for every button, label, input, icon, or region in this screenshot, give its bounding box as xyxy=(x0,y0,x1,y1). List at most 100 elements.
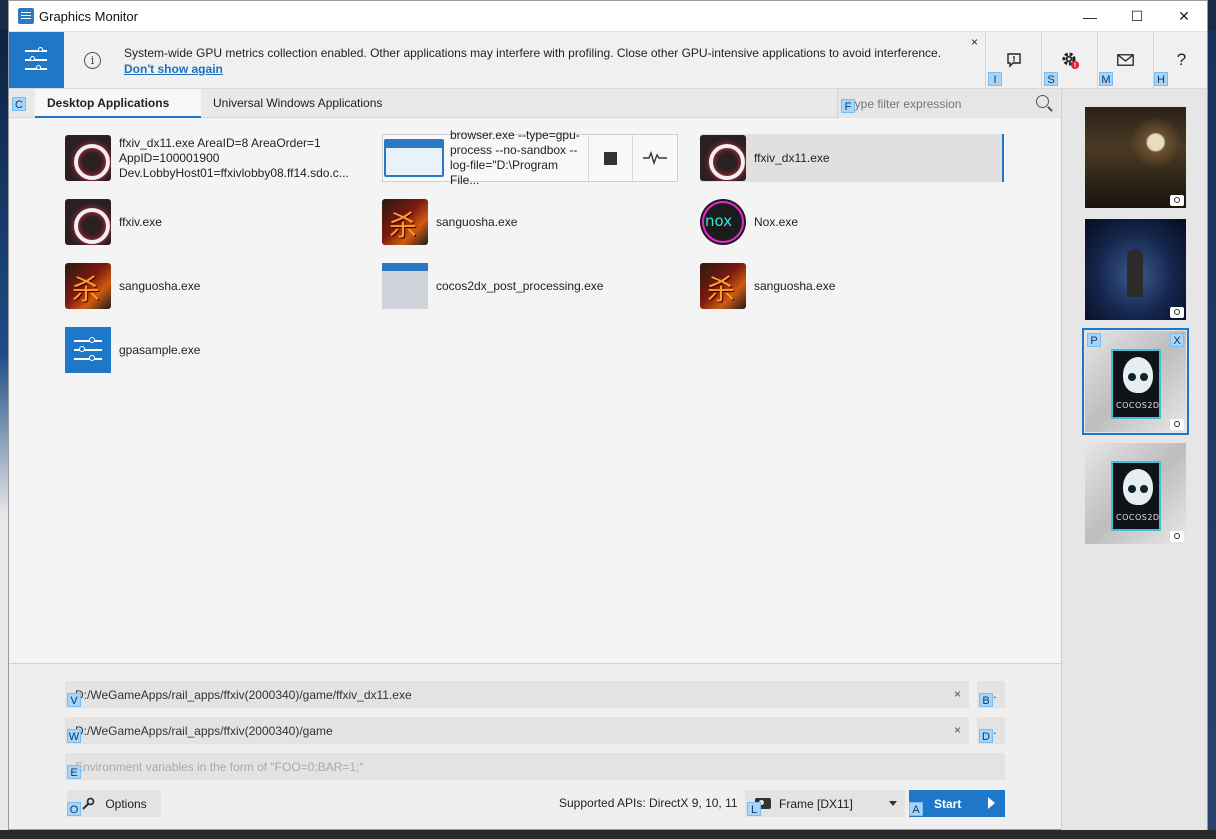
gear-icon xyxy=(1062,52,1079,69)
start-button[interactable]: Start xyxy=(909,790,1005,817)
filter-box: F xyxy=(837,89,1059,118)
maximize-button[interactable]: ☐ xyxy=(1114,1,1160,32)
shortcut-hint-tab: C xyxy=(12,97,26,111)
title-bar: Graphics Monitor — ☐ ✕ xyxy=(9,1,1207,32)
desktop-taskbar-strip xyxy=(0,830,1216,839)
executable-path-input[interactable] xyxy=(65,681,935,708)
nox-icon xyxy=(700,199,746,245)
supported-apis-text: Supported APIs: DirectX 9, 10, 11 xyxy=(559,796,738,810)
mail-icon xyxy=(1117,54,1134,66)
app-name: sanguosha.exe xyxy=(119,278,201,293)
info-message: System-wide GPU metrics collection enabl… xyxy=(124,45,969,77)
app-name: ffxiv_dx11.exe AreaID=8 AreaOrder=1 AppI… xyxy=(119,135,349,180)
ffxiv-icon xyxy=(65,199,111,245)
camera-icon xyxy=(1170,307,1184,318)
shortcut-hint-start: A xyxy=(909,802,923,816)
sanguosha-icon xyxy=(65,263,111,309)
start-label: Start xyxy=(934,796,962,811)
executable-path-field: × xyxy=(65,681,969,708)
info-bar: i System-wide GPU metrics collection ena… xyxy=(9,32,1207,89)
sanguosha-icon xyxy=(382,199,428,245)
ffxiv-icon xyxy=(700,135,746,181)
clear-workdir-button[interactable]: × xyxy=(954,723,961,737)
minimize-button[interactable]: — xyxy=(1067,1,1113,32)
capture-mode-dropdown[interactable]: Frame [DX11] xyxy=(745,790,905,817)
shortcut-hint-mail: M xyxy=(1099,72,1113,86)
desktop-background-right xyxy=(1208,30,1216,839)
dont-show-again-link[interactable]: Don't show again xyxy=(124,62,223,76)
stop-icon xyxy=(604,151,618,165)
window-icon xyxy=(382,263,428,309)
search-icon[interactable] xyxy=(1036,95,1049,108)
graphics-monitor-window: Graphics Monitor — ☐ ✕ i System-wide GPU… xyxy=(8,0,1208,830)
close-window-button[interactable]: ✕ xyxy=(1161,1,1207,32)
app-name: Nox.exe xyxy=(754,214,799,229)
camera-icon xyxy=(1170,531,1184,542)
app-name: sanguosha.exe xyxy=(754,278,836,293)
options-button[interactable]: Options xyxy=(67,790,161,817)
shortcut-hint-help: H xyxy=(1154,72,1168,86)
shortcut-hint-mode: L xyxy=(747,802,761,816)
gpasample-icon xyxy=(65,327,111,373)
capture-thumbnail-selected[interactable]: COCOS2D P X xyxy=(1082,328,1189,435)
app-logo-icon xyxy=(18,8,34,24)
capture-thumbnail[interactable] xyxy=(1085,219,1186,320)
shortcut-hint-path: V xyxy=(67,693,81,707)
cocos-logo: COCOS2D xyxy=(1111,349,1161,419)
info-message-text: System-wide GPU metrics collection enabl… xyxy=(124,46,942,60)
ffxiv-icon xyxy=(65,135,111,181)
app-name: ffxiv_dx11.exe xyxy=(754,150,830,165)
shortcut-hint-browse-dir: D xyxy=(979,729,993,743)
list-item[interactable]: Nox.exe xyxy=(700,198,1000,246)
working-directory-field: × xyxy=(65,717,969,744)
capture-thumbnail[interactable] xyxy=(1085,107,1186,208)
info-icon: i xyxy=(84,52,101,69)
dismiss-info-button[interactable]: × xyxy=(971,35,978,49)
shortcut-hint-options: O xyxy=(67,802,81,816)
cocos-logo: COCOS2D xyxy=(1111,461,1161,531)
environment-field xyxy=(65,753,1005,780)
camera-icon xyxy=(1170,195,1184,206)
shortcut-hint-info: I xyxy=(988,72,1002,86)
filter-input[interactable] xyxy=(838,89,1028,118)
shortcut-hint-settings: S xyxy=(1044,72,1058,86)
options-label: Options xyxy=(105,796,147,811)
list-item[interactable]: gpasample.exe xyxy=(65,326,365,374)
list-item-selected[interactable]: ffxiv_dx11.exe xyxy=(700,134,1004,182)
chevron-down-icon xyxy=(889,801,897,806)
remove-hint[interactable]: X xyxy=(1170,333,1184,347)
environment-input[interactable] xyxy=(65,753,935,780)
capture-thumbnail[interactable]: COCOS2D xyxy=(1085,443,1186,544)
application-list: ffxiv_dx11.exe AreaID=8 AreaOrder=1 AppI… xyxy=(9,119,1061,662)
menu-button[interactable] xyxy=(9,32,64,88)
feedback-icon xyxy=(1006,53,1021,68)
monitor-button[interactable] xyxy=(632,135,677,181)
launch-panel: × V … B × W … D E Options O Supported AP… xyxy=(9,663,1061,829)
tab-universal-windows-applications[interactable]: Universal Windows Applications xyxy=(201,89,394,118)
application-tabs: Desktop Applications Universal Windows A… xyxy=(9,89,1061,118)
sanguosha-icon xyxy=(700,263,746,309)
stop-button[interactable] xyxy=(587,135,633,181)
desktop-background-left xyxy=(0,30,8,839)
list-item[interactable]: cocos2dx_post_processing.exe xyxy=(382,262,682,310)
shortcut-hint-browse-path: B xyxy=(979,693,993,707)
capture-mode-value: Frame [DX11] xyxy=(779,796,853,811)
app-name: ffxiv.exe xyxy=(119,214,162,229)
shortcut-hint-workdir: W xyxy=(67,729,81,743)
working-directory-input[interactable] xyxy=(65,717,935,744)
clear-path-button[interactable]: × xyxy=(954,687,961,701)
play-icon xyxy=(988,797,995,809)
list-item[interactable]: sanguosha.exe xyxy=(65,262,365,310)
tab-desktop-applications[interactable]: Desktop Applications xyxy=(35,89,201,118)
capture-thumbnails-panel: COCOS2D P X COCOS2D xyxy=(1061,89,1207,830)
window-title: Graphics Monitor xyxy=(39,9,138,24)
list-item[interactable]: ffxiv.exe xyxy=(65,198,365,246)
app-name: sanguosha.exe xyxy=(436,214,518,229)
list-item[interactable]: sanguosha.exe xyxy=(700,262,1000,310)
pin-hint[interactable]: P xyxy=(1087,333,1101,347)
list-item[interactable]: browser.exe --type=gpu-process --no-sand… xyxy=(382,128,678,187)
list-item[interactable]: sanguosha.exe xyxy=(382,198,682,246)
app-name: cocos2dx_post_processing.exe xyxy=(436,278,604,293)
list-item[interactable]: ffxiv_dx11.exe AreaID=8 AreaOrder=1 AppI… xyxy=(65,134,365,182)
pulse-icon xyxy=(643,151,668,165)
